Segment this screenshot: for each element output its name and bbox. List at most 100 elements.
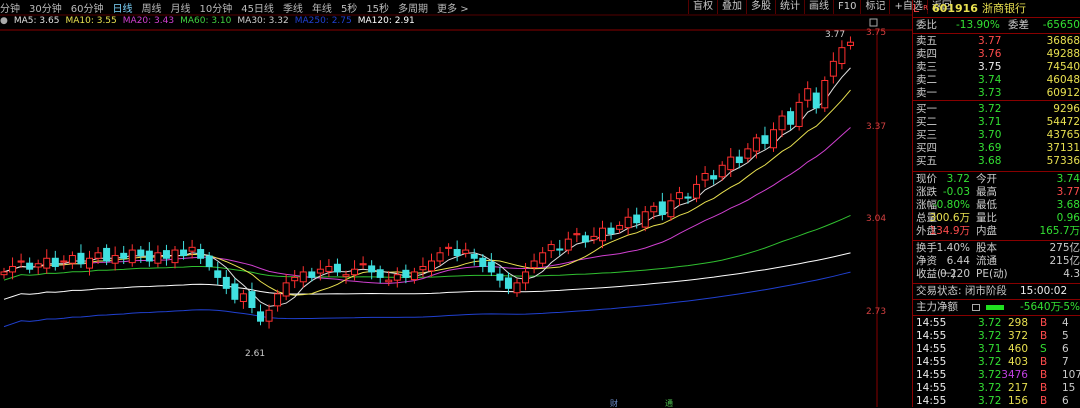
- quote-row: 现价 3.72 今开 3.74: [916, 173, 1080, 186]
- bid-volume: 57336: [1046, 155, 1080, 167]
- bid-label: 买三: [916, 129, 937, 141]
- period-tab-10[interactable]: 5秒: [341, 0, 357, 15]
- tick-side: S: [1040, 343, 1047, 355]
- period-tab-2[interactable]: 60分钟: [71, 0, 104, 15]
- bid-row[interactable]: 买一 3.72 9296: [916, 103, 1080, 116]
- ma-legend-item: MA30: 3.32: [237, 16, 289, 26]
- bid-row[interactable]: 买三 3.70 43765: [916, 129, 1080, 142]
- toolbar-button-0[interactable]: 盲权: [688, 0, 717, 14]
- toolbar-button-6[interactable]: 标记: [860, 0, 889, 14]
- trade-status: 交易状态: 闭市阶段 15:00:02: [916, 285, 1080, 298]
- candle-body: [291, 276, 299, 282]
- candle-body: [94, 252, 102, 259]
- tick-time: 14:55: [916, 317, 947, 329]
- candle-body: [735, 156, 743, 164]
- quote-row: 外盘 134.9万 内盘 165.7万: [916, 225, 1080, 238]
- candle-body: [111, 255, 119, 264]
- price-tick: 3.75: [866, 28, 887, 38]
- calendar-icon[interactable]: [972, 304, 980, 311]
- period-tab-11[interactable]: 15秒: [366, 0, 389, 15]
- ask-label: 卖五: [916, 35, 937, 47]
- toolbar-button-2[interactable]: 多股: [746, 0, 775, 14]
- ask-row[interactable]: 卖五 3.77 36868: [916, 35, 1080, 48]
- tick-side: B: [1040, 369, 1048, 381]
- low-label: 2.61: [245, 349, 265, 359]
- tick-volume: 3476: [1001, 369, 1028, 381]
- bid-row[interactable]: 买四 3.69 37131: [916, 142, 1080, 155]
- candle-body: [248, 291, 256, 308]
- fundamental-row: 换手 1.40% 股本 275亿: [916, 242, 1080, 255]
- weibi-row: 委比 -13.90% 委差 -65650: [916, 19, 1080, 32]
- toolbar-button-4[interactable]: 画线: [804, 0, 833, 14]
- bid-row[interactable]: 买五 3.68 57336: [916, 155, 1080, 168]
- quote-value: 0.96: [1056, 212, 1080, 224]
- period-tab-1[interactable]: 30分钟: [29, 0, 62, 15]
- fund-value: 6.44: [946, 255, 970, 267]
- settings-icon[interactable]: ●: [0, 16, 8, 26]
- candle-body: [145, 250, 153, 262]
- tick-price: 3.71: [978, 343, 1002, 355]
- candle-body: [539, 252, 547, 264]
- tick-volume: 217: [1007, 382, 1028, 394]
- bid-label: 买五: [916, 155, 937, 167]
- candle-body: [359, 263, 367, 266]
- period-tab-12[interactable]: 多周期: [398, 0, 428, 15]
- candle-body: [462, 249, 470, 254]
- tick-side: B: [1040, 356, 1048, 368]
- candle-body: [120, 252, 128, 259]
- candle-body: [154, 252, 162, 264]
- stock-name: 浙商银行: [981, 2, 1026, 15]
- bid-row[interactable]: 买二 3.71 54472: [916, 116, 1080, 129]
- quote-label: 最高: [976, 186, 997, 198]
- event-marker[interactable]: 财: [610, 398, 618, 407]
- period-tab-3[interactable]: 日线: [112, 0, 132, 15]
- candlestick-chart[interactable]: 3.77 2.61 财 通: [0, 0, 912, 407]
- ma-legend: ● MA5: 3.65 MA10: 3.55 MA20: 3.43 MA60: 3.10…: [0, 16, 415, 26]
- ma5-line: [3, 67, 851, 307]
- toolbar-button-5[interactable]: F10: [833, 0, 860, 14]
- period-tab-6[interactable]: 10分钟: [199, 0, 232, 15]
- period-tab-4[interactable]: 周线: [141, 0, 161, 15]
- period-tab-9[interactable]: 年线: [312, 0, 332, 15]
- period-tab-7[interactable]: 45日线: [241, 0, 274, 15]
- weicha-label: 委差: [1008, 19, 1029, 31]
- ask-row[interactable]: 卖一 3.73 60912: [916, 87, 1080, 100]
- fund-value: 4.3: [1063, 268, 1080, 280]
- candle-body: [710, 175, 718, 180]
- panel-toggle-icon[interactable]: [869, 18, 878, 27]
- period-tab-0[interactable]: 分钟: [0, 0, 20, 15]
- candle-body: [744, 148, 752, 159]
- candle-body: [265, 309, 273, 322]
- tick-row: 14:55 3.72 403 B 7: [916, 356, 1080, 369]
- toolbar-button-3[interactable]: 统计: [775, 0, 804, 14]
- candle-body: [428, 260, 435, 272]
- candle-body: [231, 283, 239, 300]
- candle-body: [650, 205, 658, 213]
- ask-row[interactable]: 卖四 3.76 49288: [916, 48, 1080, 61]
- quote-label: 涨跌: [916, 186, 937, 198]
- candle-body: [128, 249, 136, 264]
- candle-body: [624, 216, 632, 229]
- candle-body: [607, 227, 615, 235]
- quote-value: 300.6万: [929, 212, 970, 224]
- quote-value: 134.9万: [929, 225, 970, 237]
- event-marker[interactable]: 通: [665, 398, 673, 407]
- period-tab-13[interactable]: 更多 >: [437, 0, 469, 15]
- candle-body: [701, 172, 709, 181]
- quote-label: 现价: [916, 173, 937, 185]
- ask-row[interactable]: 卖三 3.75 74540: [916, 61, 1080, 74]
- period-tab-8[interactable]: 季线: [283, 0, 303, 15]
- period-tabs: 分钟 30分钟 60分钟 日线 周线 月线 10分钟 45日线 季线 年线 5秒 15秒 多周期 更多 >: [0, 0, 469, 15]
- period-tab-5[interactable]: 月线: [170, 0, 190, 15]
- tick-side: B: [1040, 382, 1048, 394]
- ask-row[interactable]: 卖二 3.74 46048: [916, 74, 1080, 87]
- toolbar-button-1[interactable]: 叠加: [717, 0, 746, 14]
- stock-prefix: L: [913, 1, 920, 15]
- tick-count: 15: [1062, 382, 1076, 394]
- candle-body: [239, 293, 247, 302]
- fund-value: 275亿: [1049, 242, 1080, 254]
- candle-body: [487, 261, 495, 273]
- stock-title: L R 601916 浙商银行: [913, 0, 1080, 16]
- candle-body: [556, 248, 564, 251]
- ask-price: 3.77: [978, 35, 1002, 47]
